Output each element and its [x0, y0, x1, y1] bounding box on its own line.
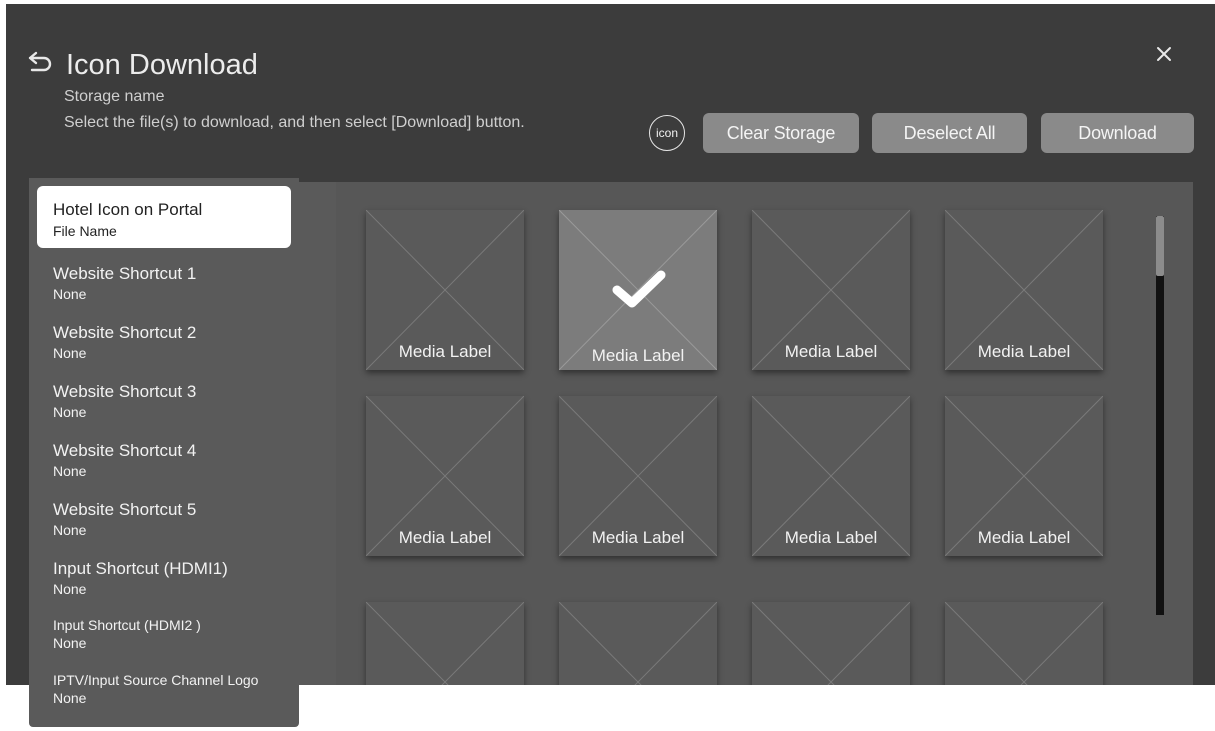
- media-tile[interactable]: [366, 602, 524, 685]
- media-label: Media Label: [784, 342, 878, 361]
- sidebar-item-label: Website Shortcut 2: [53, 323, 197, 342]
- sidebar-item-label: Hotel Icon on Portal: [53, 200, 203, 219]
- sidebar-item-website-shortcut-2[interactable]: Website Shortcut 2 None: [37, 315, 291, 365]
- sidebar-item-input-shortcut-hdmi2[interactable]: Input Shortcut (HDMI2 ) None: [37, 610, 291, 660]
- scrollbar-thumb[interactable]: [1156, 216, 1164, 276]
- image-placeholder-icon: [559, 602, 717, 685]
- media-tile[interactable]: [752, 602, 910, 685]
- scrollbar-track[interactable]: [1156, 216, 1164, 615]
- back-arrow-icon[interactable]: [24, 48, 54, 78]
- sidebar-item-value: File Name: [53, 223, 117, 239]
- image-placeholder-icon: [366, 602, 524, 685]
- media-label: Media Label: [398, 342, 492, 361]
- media-tile[interactable]: Media Label: [366, 210, 524, 370]
- sidebar-item-value: None: [53, 635, 87, 651]
- download-button[interactable]: Download: [1041, 113, 1194, 153]
- media-tile[interactable]: Media Label: [945, 396, 1103, 556]
- media-label: Media Label: [591, 528, 685, 547]
- sidebar-item-iptv-channel-logo[interactable]: IPTV/Input Source Channel Logo None: [37, 665, 291, 715]
- sidebar-item-value: None: [53, 690, 87, 706]
- sidebar-item-label: Input Shortcut (HDMI2 ): [53, 617, 201, 633]
- sidebar-item-label: Website Shortcut 4: [53, 441, 197, 460]
- sidebar-item-value: None: [53, 404, 87, 420]
- media-tile[interactable]: [559, 602, 717, 685]
- media-tile[interactable]: [945, 602, 1103, 685]
- sidebar-item-label: Website Shortcut 5: [53, 500, 197, 519]
- deselect-all-button[interactable]: Deselect All: [872, 113, 1027, 153]
- media-label: Media Label: [977, 528, 1071, 547]
- media-label: Media Label: [977, 342, 1071, 361]
- media-tile[interactable]: Media Label: [559, 396, 717, 556]
- sidebar-item-value: None: [53, 286, 87, 302]
- sidebar: Hotel Icon on Portal File Name Website S…: [29, 178, 299, 727]
- storage-name: Storage name: [64, 88, 165, 105]
- sidebar-item-label: Website Shortcut 3: [53, 382, 197, 401]
- sidebar-item-website-shortcut-4[interactable]: Website Shortcut 4 None: [37, 433, 291, 483]
- sidebar-item-website-shortcut-3[interactable]: Website Shortcut 3 None: [37, 374, 291, 424]
- sidebar-item-label: Input Shortcut (HDMI1): [53, 559, 228, 578]
- sidebar-item-value: None: [53, 345, 87, 361]
- media-tile[interactable]: Media Label: [752, 210, 910, 370]
- media-tile[interactable]: Media Label: [752, 396, 910, 556]
- instruction-text: Select the file(s) to download, and then…: [64, 114, 525, 131]
- sidebar-item-label: IPTV/Input Source Channel Logo: [53, 672, 259, 688]
- clear-storage-button[interactable]: Clear Storage: [703, 113, 859, 153]
- sidebar-item-input-shortcut-hdmi1[interactable]: Input Shortcut (HDMI1) None: [37, 551, 291, 601]
- sidebar-item-value: None: [53, 581, 87, 597]
- icon-badge: icon: [649, 115, 685, 151]
- close-icon[interactable]: [1151, 41, 1177, 67]
- media-grid: Media Label Media Label Media Label Medi…: [336, 182, 1193, 685]
- checkmark-icon: [612, 270, 666, 308]
- sidebar-item-value: None: [53, 522, 87, 538]
- media-tile-selected[interactable]: Media Label: [559, 210, 717, 370]
- media-tile[interactable]: Media Label: [945, 210, 1103, 370]
- sidebar-item-label: Website Shortcut 1: [53, 264, 197, 283]
- media-label: Media Label: [398, 528, 492, 547]
- sidebar-item-value: None: [53, 463, 87, 479]
- sidebar-item-website-shortcut-5[interactable]: Website Shortcut 5 None: [37, 492, 291, 542]
- sidebar-item-hotel-icon-on-portal[interactable]: Hotel Icon on Portal File Name: [37, 186, 291, 248]
- page-title: Icon Download: [66, 49, 258, 81]
- media-tile[interactable]: Media Label: [366, 396, 524, 556]
- image-placeholder-icon: [752, 602, 910, 685]
- image-placeholder-icon: [945, 602, 1103, 685]
- media-label: Media Label: [784, 528, 878, 547]
- sidebar-item-website-shortcut-1[interactable]: Website Shortcut 1 None: [37, 256, 291, 306]
- media-label: Media Label: [591, 346, 685, 365]
